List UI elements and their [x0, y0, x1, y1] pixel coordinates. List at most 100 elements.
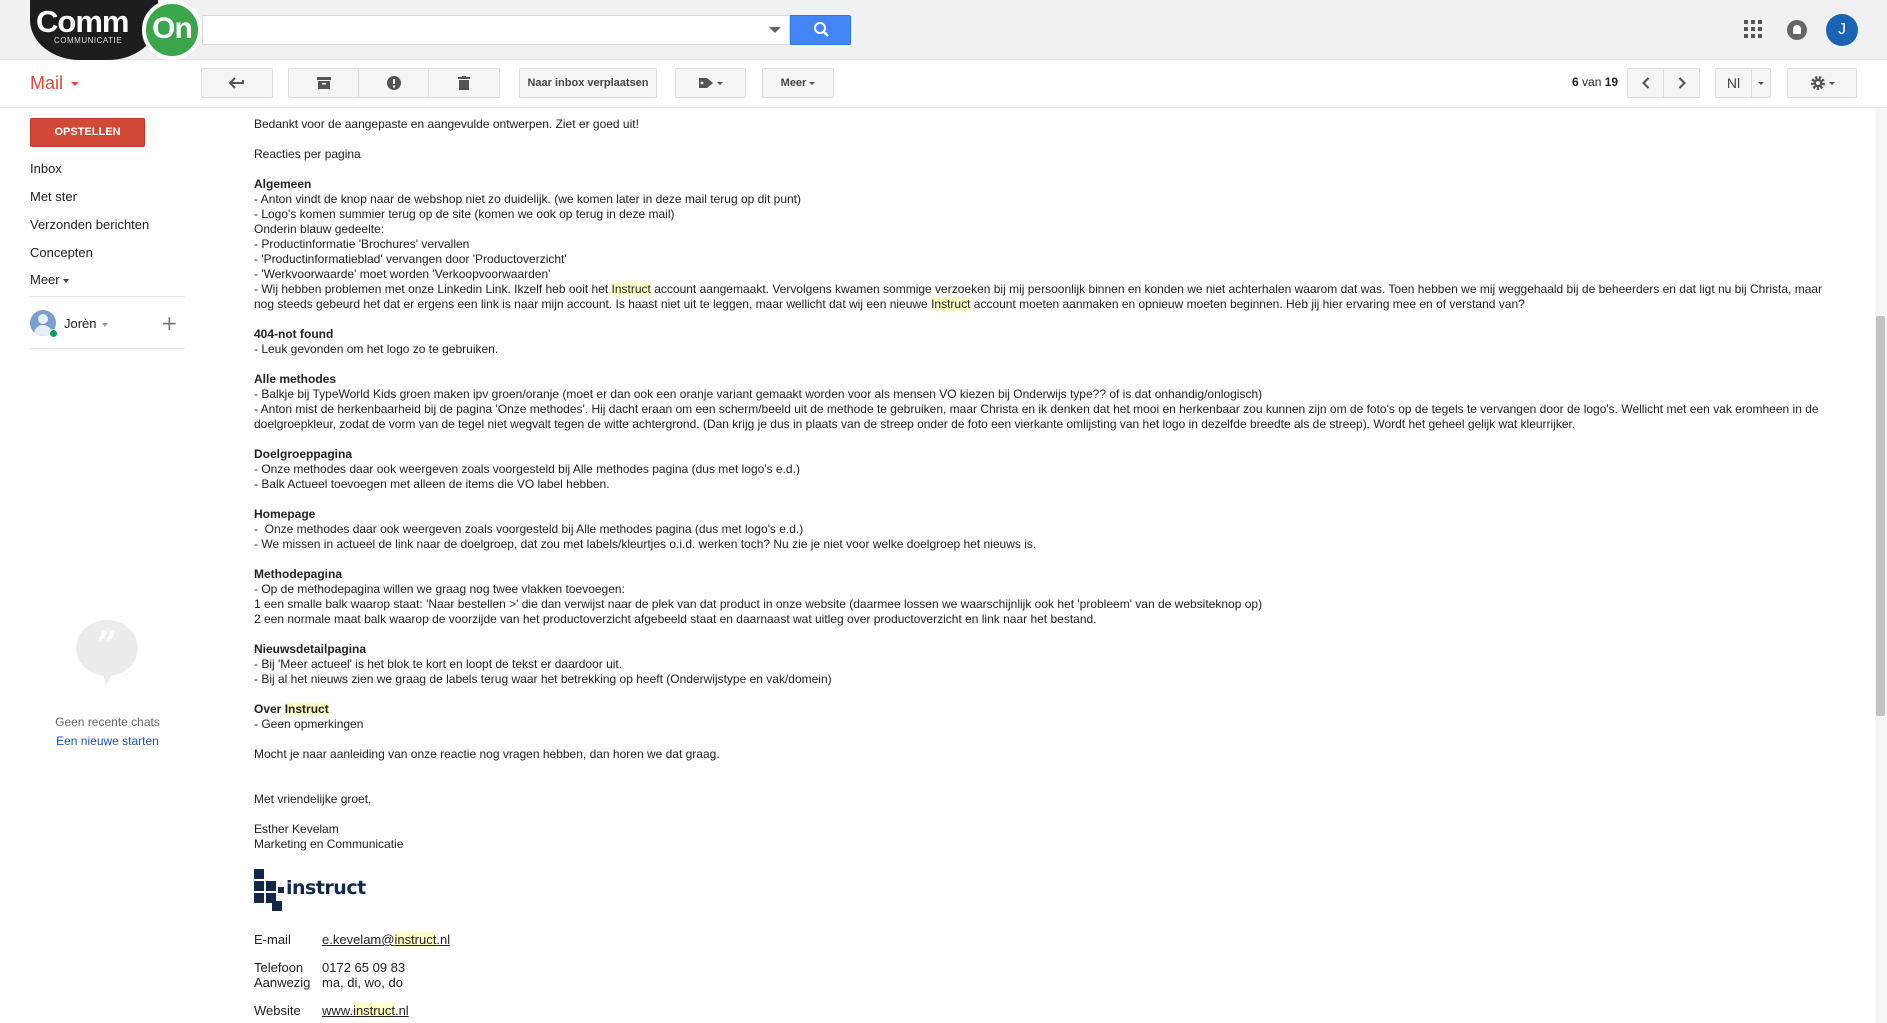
message-intro: Bedankt voor de aangepaste en aangevulde… — [254, 117, 639, 131]
pager-current: 6 — [1572, 75, 1579, 89]
text-run: - Wij hebben problemen met onze Linkedin… — [254, 282, 612, 296]
mail-caret-icon — [71, 82, 80, 87]
section-heading: Methodepagina — [254, 567, 343, 581]
chat-user-name[interactable]: Jorèn — [64, 316, 108, 331]
labels-button[interactable] — [675, 68, 746, 98]
section-heading: Algemeen — [254, 177, 312, 191]
body-line: - Leuk gevonden om het logo zo te gebrui… — [254, 342, 499, 356]
phone-value: 0172 65 09 83 — [322, 960, 406, 975]
body-line: - Onze methodes daar ook weergeven zoals… — [254, 522, 804, 536]
body-line: - Onze methodes daar ook weergeven zoals… — [254, 462, 800, 476]
section-heading: Doelgroeppagina — [254, 447, 353, 461]
text-run: .nl — [436, 932, 451, 947]
sidebar-item-starred[interactable]: Met ster — [30, 189, 77, 204]
instruct-logo-word: instruct — [286, 877, 366, 899]
search-input[interactable] — [202, 15, 790, 45]
sidebar-divider-2 — [30, 348, 185, 349]
signature-website-row: Website www.instruct.nl — [254, 1003, 409, 1018]
pagination-counter: 6 van 19 — [1572, 75, 1618, 89]
logo-on-badge: On — [142, 0, 202, 60]
present-label: Aanwezig — [254, 975, 311, 990]
mail-app-switcher[interactable]: Mail — [30, 73, 80, 94]
website-label: Website — [254, 1003, 301, 1018]
website-link[interactable]: www.instruct.nl — [322, 1003, 409, 1018]
back-to-inbox-button[interactable] — [201, 68, 273, 98]
phone-label: Telefoon — [254, 960, 304, 975]
text-run: account moeten aanmaken en opnieuw moete… — [970, 297, 1525, 311]
start-new-chat-link[interactable]: Een nieuwe starten — [20, 734, 195, 748]
input-tools-caret-icon — [1758, 81, 1764, 85]
section-homepage: Homepage - Onze methodes daar ook weerge… — [254, 507, 1844, 552]
newer-button[interactable] — [1627, 68, 1664, 98]
gear-icon — [1810, 76, 1825, 91]
body-line: 2 een normale maat balk waarop de voorzi… — [254, 612, 1097, 626]
commmon-logo[interactable]: Comm COMMUNICATIE On — [30, 0, 202, 60]
labels-caret-icon — [717, 81, 723, 85]
input-tools-button[interactable]: Nl — [1715, 68, 1752, 98]
highlight-instruct: Instruct — [611, 282, 651, 296]
section-404: 404-not found - Leuk gevonden om het log… — [254, 327, 1844, 357]
mail-label: Mail — [30, 73, 64, 93]
body-line: - Productinformatie 'Brochures' vervalle… — [254, 237, 470, 251]
heading-run: Over — [254, 702, 285, 716]
report-spam-button[interactable] — [358, 68, 429, 98]
body-line: - Geen opmerkingen — [254, 717, 364, 731]
section-alle-methodes: Alle methodes - Balkje bij TypeWorld Kid… — [254, 372, 1844, 432]
apps-grid-icon[interactable] — [1744, 20, 1762, 38]
input-tools-dropdown[interactable] — [1751, 68, 1771, 98]
body-line: - Anton vindt de knop naar de webshop ni… — [254, 192, 801, 206]
notifications-bell-icon[interactable] — [1787, 20, 1807, 40]
older-button[interactable] — [1663, 68, 1700, 98]
move-to-inbox-button[interactable]: Naar inbox verplaatsen — [519, 68, 657, 98]
body-line: - Logo's komen summier terug op de site … — [254, 207, 675, 221]
back-arrow-icon — [228, 77, 244, 89]
delete-button[interactable] — [428, 68, 500, 98]
section-heading: Alle methodes — [254, 372, 337, 386]
hangouts-quote-icon: ” — [76, 620, 138, 686]
search-options-caret-icon[interactable] — [769, 27, 781, 33]
reactions-title: Reacties per pagina — [254, 147, 361, 161]
body-line: - 'Werkvoorwaarde' moet worden 'Verkoopv… — [254, 267, 551, 281]
highlight-instruct: Instruct — [284, 702, 329, 716]
search-button[interactable] — [790, 15, 851, 45]
add-contact-icon[interactable]: + — [161, 313, 178, 333]
more-actions-button[interactable]: Meer — [762, 68, 834, 98]
section-algemeen: Algemeen - Anton vindt de knop naar de w… — [254, 177, 1844, 312]
settings-button[interactable] — [1787, 68, 1857, 98]
scrollbar-thumb[interactable] — [1876, 316, 1885, 716]
more-caret-icon — [62, 278, 69, 283]
body-line: Onderin blauw gedeelte: — [254, 222, 385, 236]
account-avatar[interactable]: J — [1826, 14, 1858, 46]
signature-presence-row: Aanwezig ma, di, wo, do — [254, 975, 403, 990]
sidebar-item-drafts[interactable]: Concepten — [30, 245, 93, 260]
logo-subtext: COMMUNICATIE — [54, 36, 123, 45]
section-heading: Homepage — [254, 507, 316, 521]
signature-email-row: E-mail e.kevelam@instruct.nl — [254, 932, 450, 947]
sidebar-item-more[interactable]: Meer — [30, 272, 69, 287]
sidebar-item-inbox[interactable]: Inbox — [30, 161, 62, 176]
body-line: - Balkje bij TypeWorld Kids groen maken … — [254, 387, 1263, 401]
archive-button[interactable] — [288, 68, 359, 98]
label-tag-icon — [699, 78, 713, 89]
pager-separator: van — [1578, 75, 1605, 89]
sidebar-divider — [30, 296, 185, 297]
text-run: .nl — [394, 1003, 409, 1018]
section-doelgroeppagina: Doelgroeppagina - Onze methodes daar ook… — [254, 447, 1844, 492]
chevron-left-icon — [1641, 77, 1649, 89]
email-link[interactable]: e.kevelam@instruct.nl — [322, 932, 450, 947]
sidebar-item-sent[interactable]: Verzonden berichten — [30, 217, 149, 232]
text-run: e.kevelam@ — [322, 932, 395, 947]
chat-user-name-label: Jorèn — [64, 316, 97, 331]
search-icon — [814, 22, 829, 37]
instruct-logo: instruct — [254, 869, 366, 913]
linkedin-paragraph: - Wij hebben problemen met onze Linkedin… — [254, 282, 1844, 312]
chat-user-caret-icon — [101, 322, 108, 327]
highlight-instruct: instruct — [394, 932, 437, 947]
settings-caret-icon — [1828, 81, 1835, 85]
trash-icon — [458, 76, 470, 91]
body-line: - Bij al het nieuws zien we graag de lab… — [254, 672, 832, 686]
report-spam-icon — [386, 76, 401, 91]
body-line: - Bij 'Meer actueel' is het blok te kort… — [254, 657, 623, 671]
body-line: - Balk Actueel toevoegen met alleen de i… — [254, 477, 610, 491]
compose-button[interactable]: OPSTELLEN — [30, 118, 145, 147]
